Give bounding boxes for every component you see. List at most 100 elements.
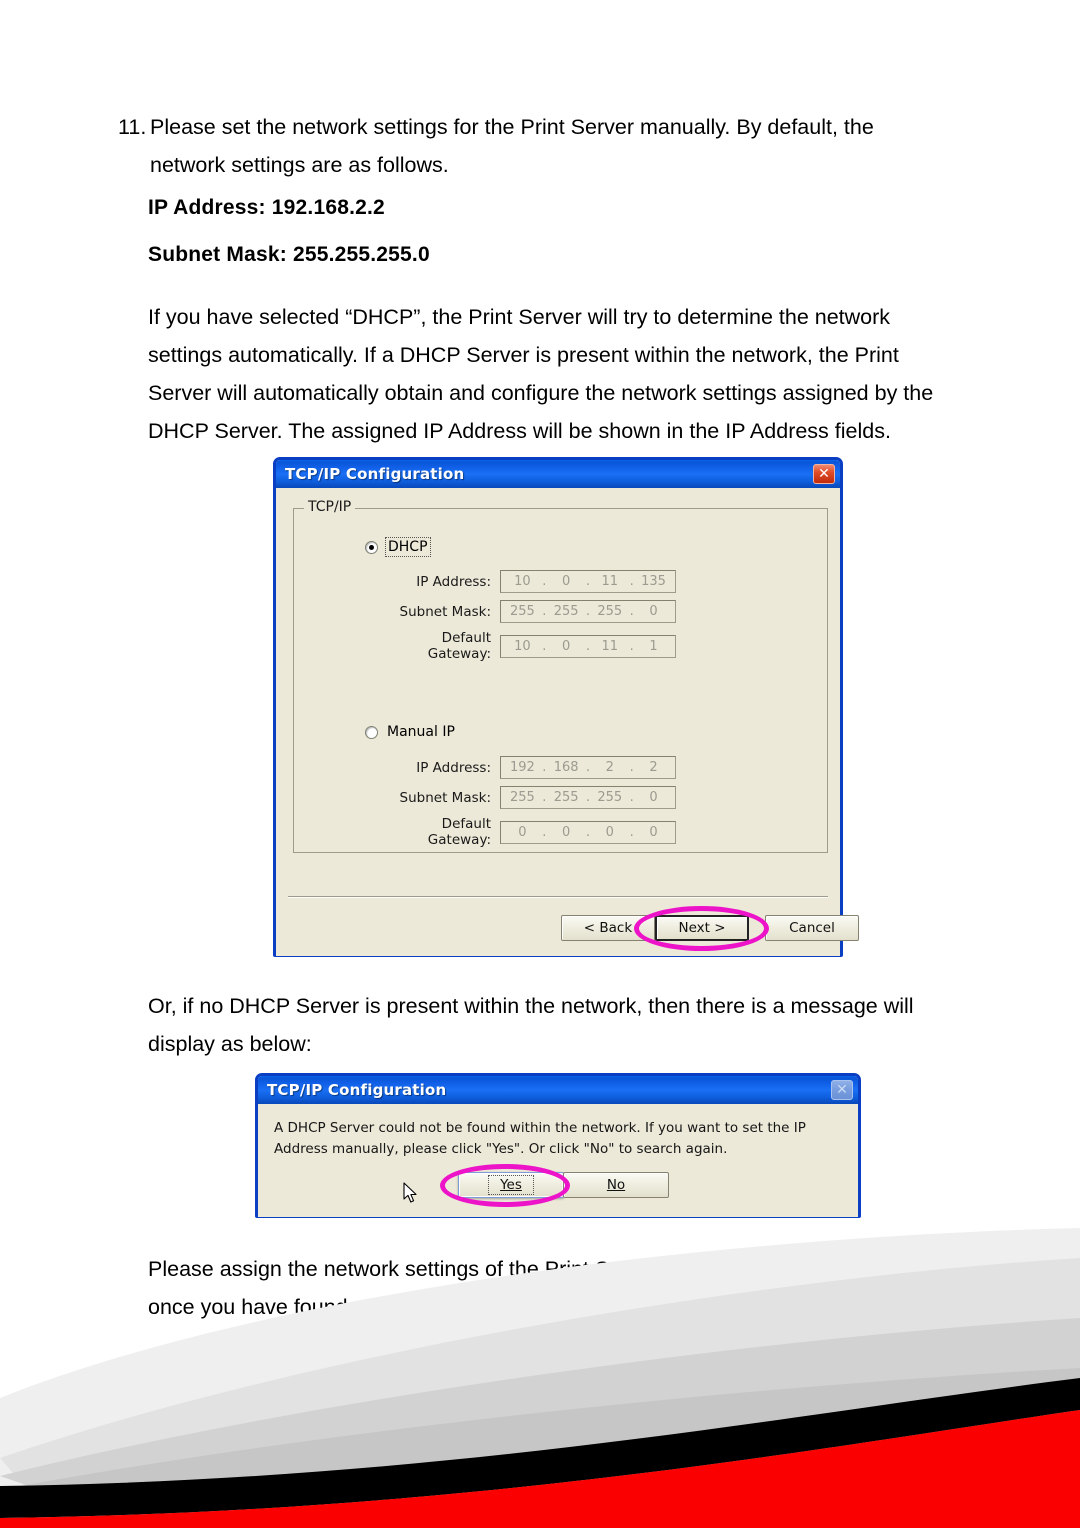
manual-subnet-mask-row: Subnet Mask: 255 . 255 . 255 . 0 [376, 786, 676, 809]
octet-2: 0 [561, 638, 571, 654]
footer-decoration [0, 1228, 1080, 1528]
manual-subnet-mask-label: Subnet Mask: [399, 789, 491, 806]
octet-separator: . [585, 638, 591, 654]
octet-2: 0 [561, 574, 571, 589]
paragraph-no-dhcp-server: Or, if no DHCP Server is present within … [148, 994, 914, 1056]
octet-4: 135 [641, 574, 666, 589]
dialog-title: TCP/IP Configuration [285, 465, 465, 483]
octet-separator: . [542, 604, 547, 619]
dhcp-subnet-mask-label: Subnet Mask: [399, 603, 491, 620]
radio-manual-ip-label: Manual IP [387, 724, 455, 740]
list-number: 11. [118, 115, 147, 139]
octet-separator: . [542, 638, 547, 654]
manual-ip-address-input[interactable]: 192 . 168 . 2 . 2 [500, 756, 676, 779]
deco-red-base [0, 1523, 1080, 1528]
dhcp-default-gateway-row: Default Gateway: 10 . 0 . 11 . 1 [376, 630, 676, 662]
message-dialog-titlebar: TCP/IP Configuration ✕ [258, 1076, 858, 1104]
octet-4: 0 [649, 790, 658, 805]
dialog-titlebar: TCP/IP Configuration ✕ [276, 460, 840, 488]
default-ip-address-line: IP Address: 192.168.2.2 [148, 196, 385, 219]
octet-separator: . [585, 574, 591, 589]
octet-3: 2 [605, 760, 614, 775]
octet-2: 255 [553, 604, 579, 619]
close-icon[interactable]: ✕ [813, 464, 835, 484]
octet-1: 255 [510, 604, 535, 619]
dhcp-ip-address-row: IP Address: 10 . 0 . 11 . 135 [376, 570, 676, 593]
octet-2: 0 [561, 824, 571, 840]
back-button-label: < Back [583, 920, 633, 936]
dhcp-subnet-mask-row: Subnet Mask: 255 . 255 . 255 . 0 [376, 600, 676, 623]
radio-dhcp-mark [365, 540, 378, 554]
manual-ip-address-label: IP Address: [416, 759, 491, 776]
octet-4: 0 [649, 824, 658, 840]
octet-separator: . [542, 760, 547, 775]
octet-separator: . [629, 760, 634, 775]
groupbox-title: TCP/IP [304, 499, 356, 515]
octet-separator: . [629, 604, 634, 619]
dhcp-ip-address-input[interactable]: 10 . 0 . 11 . 135 [500, 570, 676, 593]
dhcp-default-gateway-label: Default Gateway: [427, 630, 491, 662]
octet-3: 11 [601, 574, 619, 589]
dhcp-not-found-message-dialog: TCP/IP Configuration ✕ A DHCP Server cou… [255, 1073, 861, 1218]
octet-separator: . [542, 824, 547, 840]
octet-separator: . [585, 824, 591, 840]
back-button[interactable]: < Back [561, 915, 655, 941]
octet-2: 168 [553, 760, 579, 775]
cancel-button-label: Cancel [789, 920, 835, 936]
octet-separator: . [629, 824, 634, 840]
octet-4: 1 [649, 638, 658, 654]
octet-1: 10 [514, 638, 531, 654]
yes-button[interactable]: Yes [458, 1172, 564, 1198]
octet-1: 0 [518, 824, 527, 840]
message-dialog-title: TCP/IP Configuration [267, 1081, 447, 1099]
octet-2: 255 [553, 790, 579, 805]
no-button-label: No [606, 1177, 626, 1193]
manual-default-gateway-input[interactable]: 0 . 0 . 0 . 0 [500, 820, 676, 844]
numbered-list-item-11: 11. Please set the network settings for … [118, 108, 908, 184]
tcpip-configuration-dialog: TCP/IP Configuration ✕ TCP/IP DHCP IP Ad… [273, 457, 859, 957]
dialog-separator [288, 896, 828, 898]
dhcp-default-gateway-input[interactable]: 10 . 0 . 11 . 1 [500, 634, 676, 658]
yes-button-label: Yes [488, 1175, 534, 1195]
octet-separator: . [542, 790, 547, 805]
octet-separator: . [585, 790, 591, 805]
octet-3: 255 [597, 790, 623, 805]
radio-manual-ip-mark [365, 725, 378, 739]
list-item-text: Please set the network settings for the … [150, 115, 874, 177]
next-button[interactable]: Next > [655, 915, 749, 941]
dialog-body: TCP/IP DHCP IP Address: 10 . 0 . 11 . 13… [276, 488, 859, 956]
paragraph-dhcp-explanation: If you have selected “DHCP”, the Print S… [148, 305, 934, 443]
octet-1: 255 [510, 790, 535, 805]
mouse-cursor-icon [403, 1182, 417, 1203]
page-canvas: 11. Please set the network settings for … [0, 0, 1080, 1528]
octet-4: 2 [649, 760, 658, 775]
octet-separator: . [629, 638, 634, 654]
octet-separator: . [542, 574, 547, 589]
octet-1: 192 [510, 760, 535, 775]
manual-subnet-mask-input[interactable]: 255 . 255 . 255 . 0 [500, 786, 676, 809]
radio-manual-ip[interactable]: Manual IP [365, 723, 457, 741]
octet-1: 10 [514, 574, 531, 589]
manual-default-gateway-row: Default Gateway: 0 . 0 . 0 . 0 [376, 816, 676, 848]
next-button-label: Next > [678, 920, 726, 936]
octet-3: 11 [601, 638, 619, 654]
octet-separator: . [585, 760, 591, 775]
dhcp-subnet-mask-input[interactable]: 255 . 255 . 255 . 0 [500, 600, 676, 623]
default-subnet-mask-line: Subnet Mask: 255.255.255.0 [148, 243, 430, 266]
radio-dhcp[interactable]: DHCP [365, 537, 431, 557]
manual-ip-address-row: IP Address: 192 . 168 . 2 . 2 [376, 756, 676, 779]
cancel-button[interactable]: Cancel [765, 915, 859, 941]
close-icon: ✕ [831, 1080, 853, 1100]
octet-separator: . [585, 604, 591, 619]
octet-3: 0 [605, 824, 614, 840]
octet-separator: . [629, 790, 634, 805]
no-button[interactable]: No [563, 1172, 669, 1198]
dhcp-ip-address-label: IP Address: [416, 573, 491, 590]
octet-separator: . [629, 574, 634, 589]
manual-default-gateway-label: Default Gateway: [427, 816, 491, 848]
octet-3: 255 [597, 604, 623, 619]
radio-dhcp-label: DHCP [385, 537, 431, 557]
octet-4: 0 [649, 604, 658, 619]
message-text: A DHCP Server could not be found within … [274, 1120, 806, 1157]
message-dialog-body: A DHCP Server could not be found within … [258, 1104, 858, 1217]
